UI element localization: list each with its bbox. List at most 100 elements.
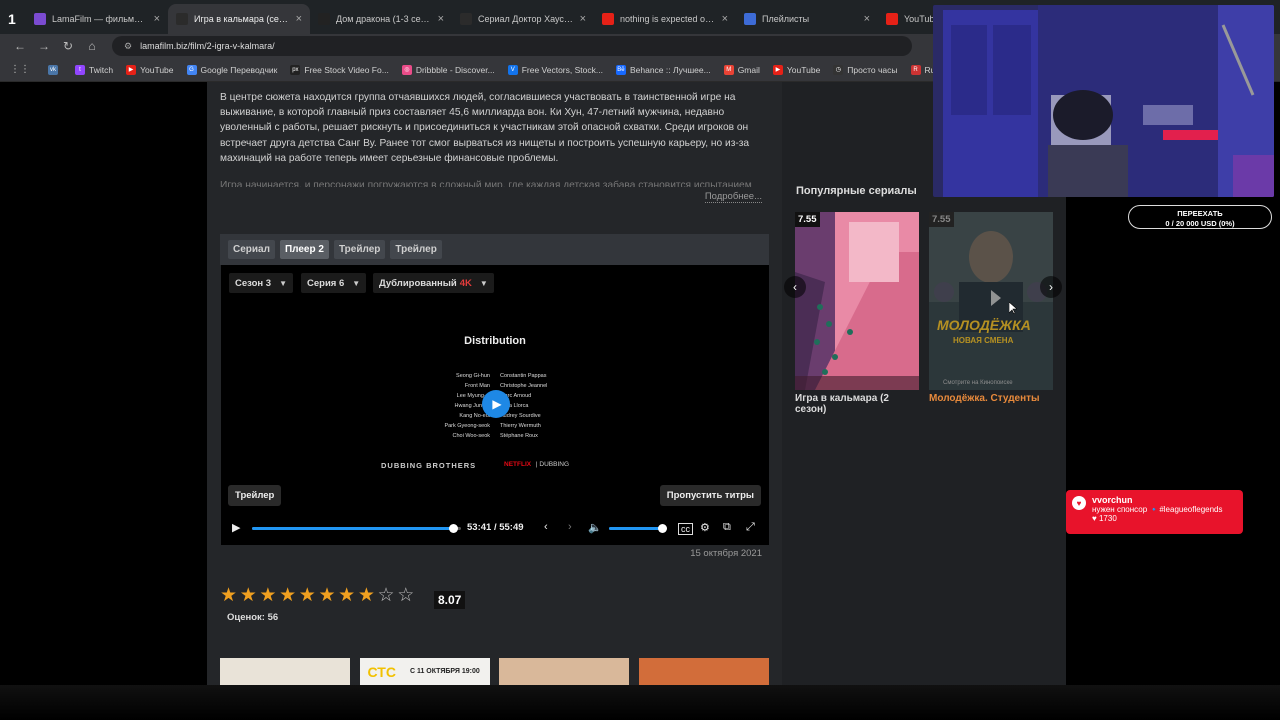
- subtitles-icon[interactable]: cc: [678, 523, 693, 535]
- close-tab-icon[interactable]: ×: [296, 13, 302, 25]
- bookmark-item[interactable]: ▶ YouTube: [126, 64, 174, 75]
- read-more-link[interactable]: Подробнее...: [704, 191, 762, 203]
- browser-tab[interactable]: Дом дракона (1-3 сезон) ×: [310, 4, 452, 34]
- credit-line: Elisa Llorca: [500, 403, 529, 409]
- close-tab-icon[interactable]: ×: [722, 13, 728, 25]
- bookmark-item[interactable]: Bē Behance :: Лучшее...: [615, 64, 711, 75]
- netflix-dubbing-suffix: | DUBBING: [535, 461, 570, 468]
- related-thumbnail[interactable]: [499, 658, 629, 685]
- address-input[interactable]: ⚙ lamafilm.biz/film/2-igra-v-kalmara/: [112, 36, 912, 56]
- forward-arrow-icon[interactable]: →: [32, 39, 56, 53]
- carousel-prev-icon[interactable]: ‹: [784, 276, 806, 298]
- seek-handle[interactable]: [448, 524, 458, 533]
- star-filled-icon[interactable]: ★: [220, 586, 240, 606]
- play-overlay-button[interactable]: ▶: [482, 390, 510, 418]
- quality-badge: 4K: [459, 277, 472, 289]
- bookmark-item[interactable]: t Twitch: [75, 64, 113, 75]
- video-player[interactable]: Сезон 3 ▼ Серия 6 ▼ Дублированный 4K ▼ D…: [221, 265, 769, 545]
- tab-series[interactable]: Сериал: [228, 240, 275, 259]
- series-poster[interactable]: 7.55: [795, 212, 919, 390]
- bookmark-item[interactable]: vk: [48, 64, 62, 75]
- tab-favicon-icon: [886, 13, 898, 25]
- sponsor-alert: ♥ vvorchun нужен спонсор 🔹#leagueoflegen…: [1066, 490, 1243, 534]
- star-filled-icon[interactable]: ★: [338, 586, 358, 606]
- star-filled-icon[interactable]: ★: [318, 586, 338, 606]
- credit-line: Front Man: [464, 383, 490, 389]
- seek-progress: [252, 527, 454, 530]
- series-card[interactable]: МОЛОДЁЖКА НОВАЯ СМЕНА Смотрите на Кинопо…: [929, 212, 1053, 404]
- episode-select[interactable]: Серия 6 ▼: [301, 273, 367, 293]
- related-thumbnail[interactable]: [638, 658, 769, 685]
- bookmark-item[interactable]: ▶ YouTube: [772, 64, 820, 75]
- bookmark-item[interactable]: V Free Vectors, Stock...: [507, 64, 603, 75]
- browser-tab[interactable]: LamaFilm — фильмы и се ×: [26, 4, 168, 34]
- popout-icon[interactable]: ⧉: [723, 521, 731, 534]
- credit-line: Choi Woo-seok: [452, 433, 491, 439]
- series-card-title[interactable]: Игра в кальмара (2 сезон): [795, 393, 919, 415]
- fullscreen-icon[interactable]: ⤢: [746, 521, 755, 534]
- reload-icon[interactable]: ↻: [56, 39, 80, 53]
- close-tab-icon[interactable]: ×: [438, 13, 444, 25]
- bookmark-favicon-icon: V: [507, 64, 518, 75]
- rating-value: 8.07: [434, 591, 466, 609]
- bookmark-label: Free Vectors, Stock...: [521, 64, 603, 75]
- description-text: В центре сюжета находится группа отчаявш…: [220, 92, 750, 164]
- bookmark-item[interactable]: M Gmail: [723, 64, 760, 75]
- close-tab-icon[interactable]: ×: [154, 13, 160, 25]
- trailer-button[interactable]: Трейлер: [228, 485, 282, 506]
- season-select[interactable]: Сезон 3 ▼: [229, 273, 294, 293]
- settings-gear-icon[interactable]: ⚙: [700, 521, 710, 534]
- series-card-title[interactable]: Молодёжка. Студенты: [929, 393, 1053, 404]
- bookmark-favicon-icon: vk: [48, 64, 58, 75]
- close-tab-icon[interactable]: ×: [864, 13, 870, 25]
- volume-slider[interactable]: [609, 524, 667, 533]
- related-thumbnail[interactable]: [220, 658, 350, 685]
- credit-line: Park Gyeong-seok: [444, 423, 490, 429]
- description-text-continued: Игра начинается, и персонажи погружаются…: [220, 180, 752, 187]
- next-episode-icon[interactable]: ›: [568, 521, 572, 533]
- tab-counter[interactable]: 1: [4, 4, 26, 34]
- tab-trailer-2[interactable]: Трейлер: [390, 240, 442, 259]
- previous-episode-icon[interactable]: ‹: [544, 521, 548, 533]
- tab-title: LamaFilm — фильмы и се: [52, 14, 148, 24]
- tab-player-2[interactable]: Плеер 2: [279, 240, 329, 259]
- tab-trailer-1[interactable]: Трейлер: [333, 240, 386, 259]
- browser-tab[interactable]: Плейлисты ×: [736, 4, 878, 34]
- site-info-icon[interactable]: ⚙: [124, 41, 132, 52]
- volume-icon[interactable]: 🔈: [588, 521, 602, 534]
- bookmark-item[interactable]: ◎ Dribbble - Discover...: [401, 64, 495, 75]
- back-arrow-icon[interactable]: ←: [8, 39, 32, 53]
- dubbing-studio-logo: DUBBING BROTHERS: [381, 461, 477, 470]
- bookmark-item[interactable]: px Free Stock Video Fo...: [290, 64, 389, 75]
- browser-tab[interactable]: nothing is expected of you ×: [594, 4, 736, 34]
- bookmark-list: vk t Twitch ▶ YouTube G Google Переводчик px Fre…: [48, 64, 991, 75]
- star-empty-icon[interactable]: ☆: [397, 586, 417, 606]
- rating-stars[interactable]: ★ ★ ★ ★ ★ ★ ★ ★ ☆ ☆: [220, 586, 417, 606]
- tab-favicon-icon: [602, 13, 614, 25]
- apps-grid-icon[interactable]: ⋮⋮: [10, 64, 30, 75]
- tab-title: Сериал Доктор Хаус (200: [478, 14, 574, 24]
- star-filled-icon[interactable]: ★: [259, 586, 279, 606]
- star-filled-icon[interactable]: ★: [240, 586, 260, 606]
- browser-tab[interactable]: Сериал Доктор Хаус (200 ×: [452, 4, 594, 34]
- voice-select[interactable]: Дублированный 4K ▼: [373, 273, 494, 293]
- related-thumbnail[interactable]: СТС С 11 ОКТЯБРЯ 19:00: [359, 658, 490, 685]
- series-poster[interactable]: МОЛОДЁЖКА НОВАЯ СМЕНА Смотрите на Кинопо…: [929, 212, 1053, 390]
- star-empty-icon[interactable]: ☆: [378, 586, 398, 606]
- browser-tab[interactable]: Игра в кальмара (сериал ×: [168, 4, 310, 34]
- star-filled-icon[interactable]: ★: [358, 586, 378, 606]
- volume-handle[interactable]: [657, 524, 667, 533]
- series-card[interactable]: 7.55 Игра в кальмара (2 сезон): [795, 212, 919, 415]
- bookmark-item[interactable]: G Google Переводчик: [186, 64, 277, 75]
- carousel-next-icon[interactable]: ›: [1040, 276, 1062, 298]
- seek-bar[interactable]: [252, 524, 461, 533]
- star-filled-icon[interactable]: ★: [299, 586, 319, 606]
- squid-game-poster-image: [795, 212, 919, 390]
- star-filled-icon[interactable]: ★: [279, 586, 299, 606]
- play-icon[interactable]: ▶: [232, 521, 240, 534]
- skip-credits-button[interactable]: Пропустить титры: [659, 485, 761, 506]
- release-date: 15 октября 2021: [690, 548, 762, 559]
- bookmark-item[interactable]: ◷ Просто часы: [833, 64, 898, 75]
- close-tab-icon[interactable]: ×: [580, 13, 586, 25]
- home-icon[interactable]: ⌂: [80, 39, 104, 53]
